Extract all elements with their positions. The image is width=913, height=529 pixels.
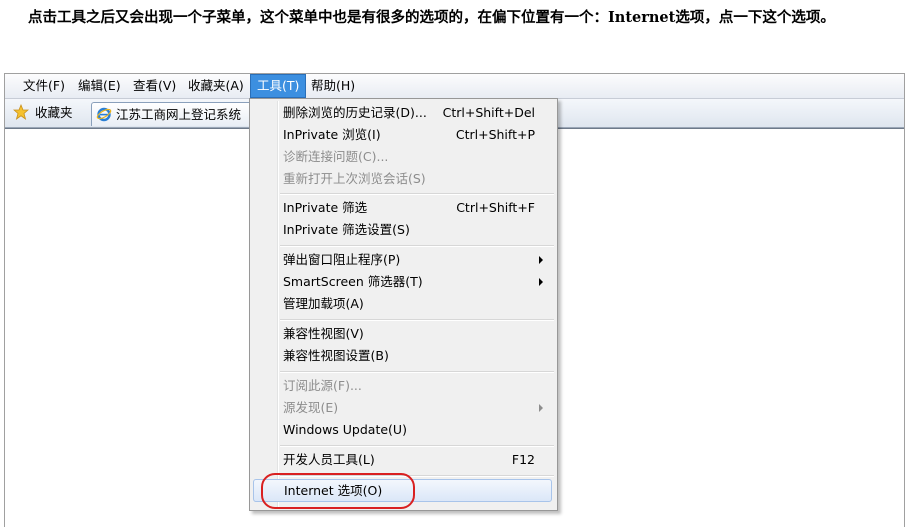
menu-bar: 文件(F) 编辑(E) 查看(V) 收藏夹(A) 工具(T) 帮助(H) [5, 74, 904, 99]
menu-item-inprivate-filter-settings[interactable]: InPrivate 筛选设置(S) [252, 219, 553, 241]
tab-current[interactable]: 江苏工商网上登记系统 [91, 102, 253, 126]
tab-title: 江苏工商网上登记系统 [116, 107, 242, 122]
menu-item-feed-discovery: 源发现(E) [252, 397, 553, 419]
menu-separator [280, 371, 554, 373]
menu-item-manage-addons[interactable]: 管理加载项(A) [252, 293, 553, 315]
menu-item-compatibility-view[interactable]: 兼容性视图(V) [252, 323, 553, 345]
menu-edit[interactable]: 编辑(E) [72, 75, 127, 97]
star-icon [13, 104, 29, 120]
menu-help[interactable]: 帮助(H) [305, 75, 361, 97]
menu-item-inprivate-browsing[interactable]: InPrivate 浏览(I) Ctrl+Shift+P [252, 124, 553, 146]
menu-separator [280, 319, 554, 321]
favorites-label: 收藏夹 [35, 105, 73, 120]
submenu-arrow-icon [539, 256, 543, 264]
menu-item-developer-tools[interactable]: 开发人员工具(L) F12 [252, 449, 553, 471]
menu-item-subscribe-feed: 订阅此源(F)... [283, 378, 362, 393]
menu-separator [280, 193, 554, 195]
menu-separator [280, 445, 554, 447]
menu-item-diagnose-connection: 诊断连接问题(C)... [283, 149, 389, 164]
submenu-arrow-icon [539, 404, 543, 412]
menu-favorites[interactable]: 收藏夹(A) [182, 75, 250, 97]
menu-item-delete-history[interactable]: 删除浏览的历史记录(D)... Ctrl+Shift+Del [252, 102, 553, 124]
menu-separator [280, 245, 554, 247]
menu-tools[interactable]: 工具(T) [250, 74, 307, 98]
annotation-highlight-ring [261, 473, 415, 509]
ie-icon [96, 107, 112, 122]
menu-item-windows-update[interactable]: Windows Update(U) [252, 419, 553, 441]
menu-item-popup-blocker[interactable]: 弹出窗口阻止程序(P) [252, 249, 553, 271]
intro-paragraph: 点击工具之后又会出现一个子菜单，这个菜单中也是有很多的选项的，在偏下位置有一个：… [28, 9, 835, 26]
favorites-button[interactable]: 收藏夹 [9, 102, 79, 123]
menu-item-compatibility-settings[interactable]: 兼容性视图设置(B) [252, 345, 553, 367]
menu-item-reopen-last-session: 重新打开上次浏览会话(S) [283, 171, 426, 186]
submenu-arrow-icon [539, 278, 543, 286]
tools-dropdown-menu: 删除浏览的历史记录(D)... Ctrl+Shift+Del InPrivate… [249, 98, 558, 511]
menu-item-inprivate-filtering[interactable]: InPrivate 筛选 Ctrl+Shift+F [252, 197, 553, 219]
menu-view[interactable]: 查看(V) [127, 75, 182, 97]
menu-file[interactable]: 文件(F) [17, 75, 71, 97]
menu-item-smartscreen-filter[interactable]: SmartScreen 筛选器(T) [252, 271, 553, 293]
